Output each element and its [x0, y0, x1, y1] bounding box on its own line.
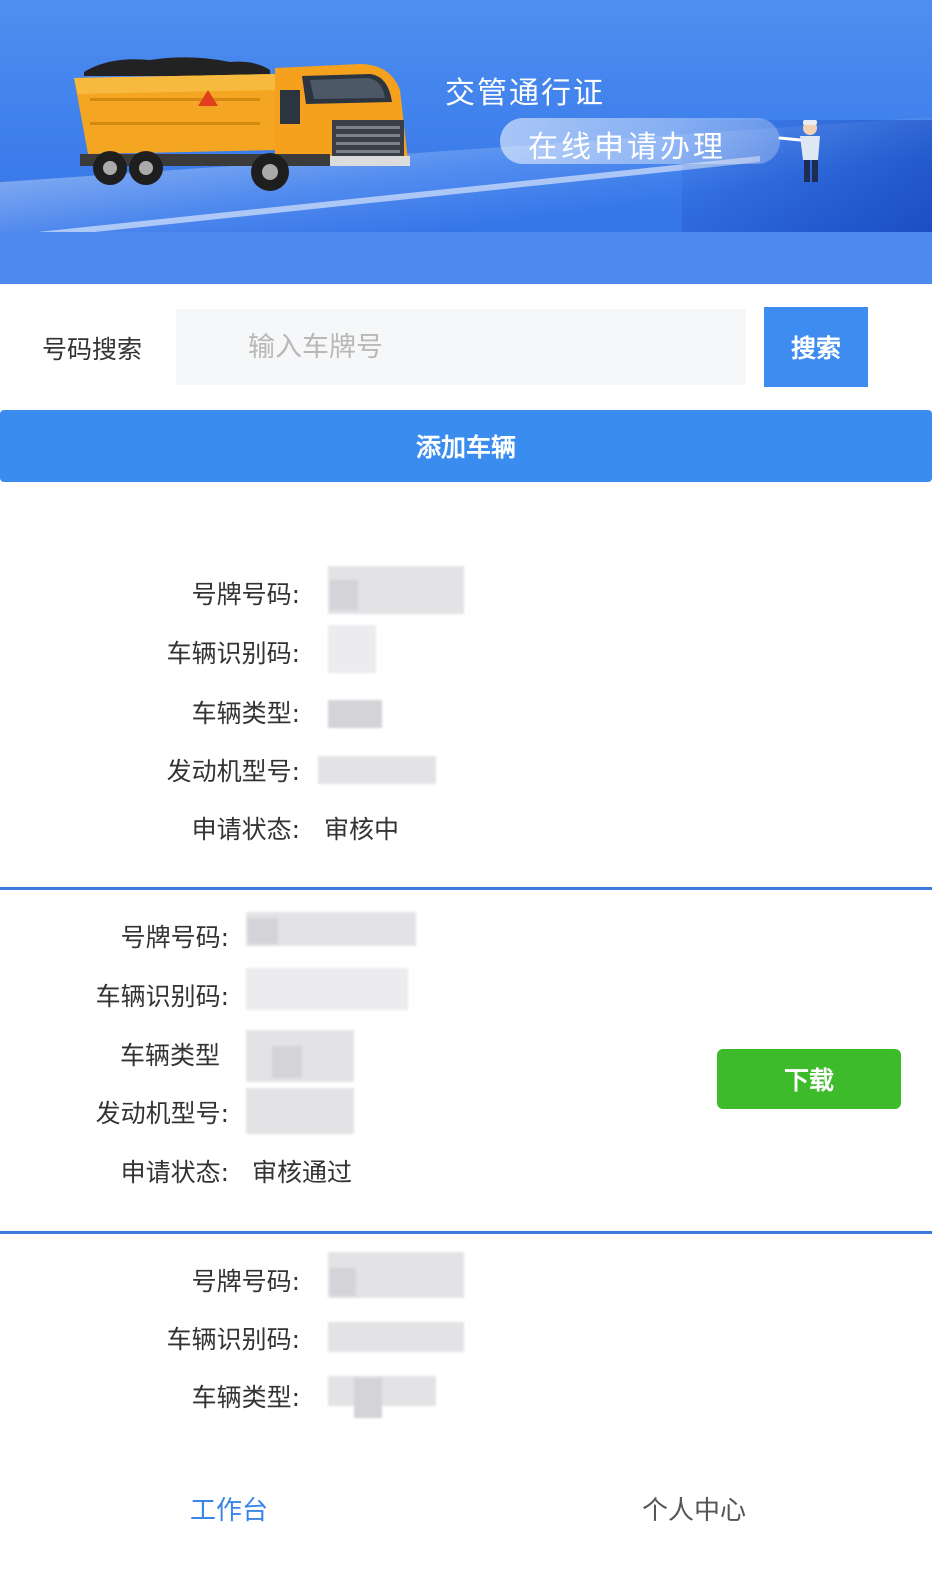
- plate-search-input[interactable]: [176, 309, 746, 385]
- type-label: 车辆类型:: [191, 699, 300, 728]
- type-label: 车辆类型: [119, 1041, 220, 1070]
- type-value-redacted-detail: [272, 1046, 302, 1078]
- vin-row: 车辆识别码:: [0, 977, 229, 1017]
- status-value: 审核通过: [252, 1158, 353, 1187]
- engine-label: 发动机型号:: [95, 1099, 229, 1128]
- type-value-redacted: [328, 1376, 436, 1406]
- status-label: 申请状态:: [191, 815, 300, 844]
- status-label: 申请状态:: [120, 1158, 229, 1187]
- card-divider: [0, 1231, 932, 1234]
- plate-value-redacted-detail: [248, 918, 278, 944]
- banner: 交管通行证 在线申请办理: [0, 0, 932, 284]
- plate-row: 号牌号码:: [0, 1262, 300, 1302]
- vin-row: 车辆识别码:: [0, 1320, 300, 1360]
- banner-title: 交管通行证: [445, 76, 605, 111]
- plate-value-redacted-detail: [330, 580, 358, 610]
- engine-label: 发动机型号:: [166, 757, 300, 786]
- plate-label: 号牌号码:: [191, 1267, 300, 1296]
- vin-value-redacted: [246, 968, 408, 1010]
- vin-value-redacted: [328, 625, 376, 673]
- tab-profile[interactable]: 个人中心: [642, 1490, 746, 1527]
- plate-value-redacted-detail: [330, 1268, 356, 1296]
- type-value-redacted: [328, 700, 382, 728]
- traffic-officer-icon: [778, 120, 820, 182]
- banner-subtitle: 在线申请办理: [528, 130, 726, 165]
- status-row: 申请状态:: [0, 1153, 229, 1193]
- engine-row: 发动机型号:: [0, 752, 300, 792]
- card-divider: [0, 887, 932, 890]
- engine-value-redacted: [246, 1088, 354, 1134]
- dump-truck-illustration: [74, 57, 410, 191]
- add-vehicle-button[interactable]: 添加车辆: [0, 410, 932, 482]
- status-value: 审核中: [324, 815, 400, 844]
- tab-workbench[interactable]: 工作台: [190, 1490, 268, 1527]
- download-button[interactable]: 下载: [717, 1049, 901, 1109]
- type-row: 车辆类型:: [0, 1378, 300, 1418]
- vin-value-redacted: [328, 1322, 464, 1352]
- type-value-redacted-detail: [354, 1378, 382, 1418]
- banner-lower-band: [0, 232, 932, 284]
- plate-label: 号牌号码:: [120, 923, 229, 952]
- plate-label: 号牌号码:: [191, 580, 300, 609]
- engine-row: 发动机型号:: [0, 1094, 229, 1134]
- type-row: 车辆类型: [0, 1036, 220, 1076]
- vin-label: 车辆识别码:: [166, 639, 300, 668]
- search-label: 号码搜索: [42, 335, 143, 364]
- plate-row: 号牌号码:: [0, 918, 229, 958]
- plate-row: 号牌号码:: [0, 575, 300, 615]
- search-button[interactable]: 搜索: [764, 307, 868, 387]
- type-label: 车辆类型:: [191, 1383, 300, 1412]
- vin-label: 车辆识别码:: [166, 1325, 300, 1354]
- status-row: 申请状态:: [0, 810, 300, 850]
- vin-row: 车辆识别码:: [0, 634, 300, 674]
- engine-value-redacted: [318, 756, 436, 784]
- vin-label: 车辆识别码:: [95, 982, 229, 1011]
- type-row: 车辆类型:: [0, 694, 300, 734]
